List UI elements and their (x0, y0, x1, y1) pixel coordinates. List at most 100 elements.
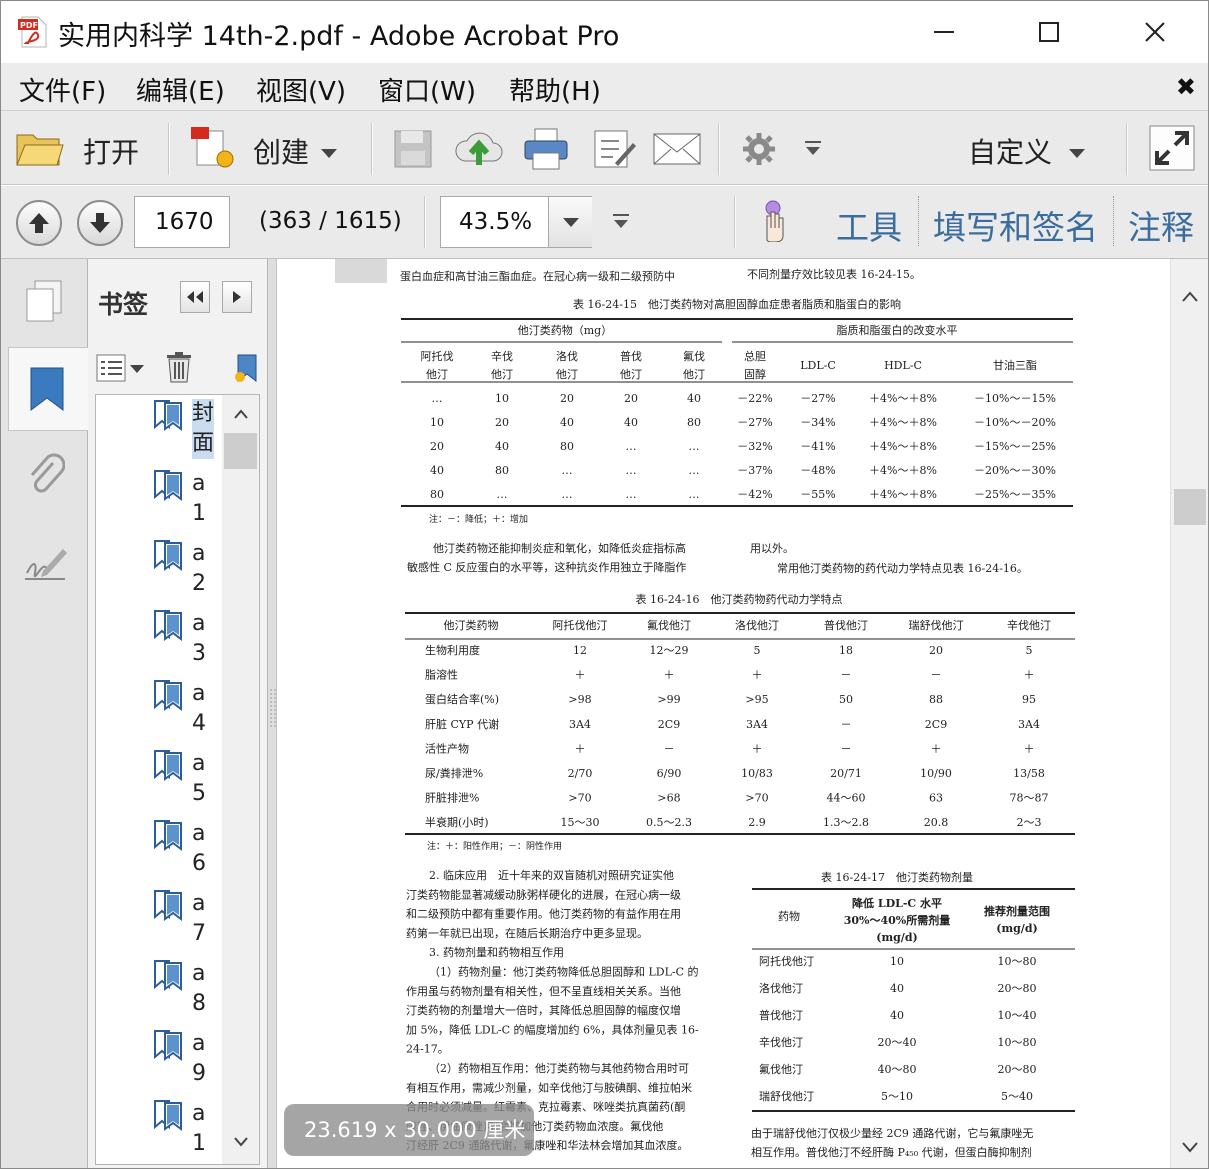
save-icon[interactable] (393, 129, 433, 173)
table-cell: 80 (495, 464, 509, 477)
zoom-input[interactable]: 43.5% (441, 197, 548, 247)
settings-gear-icon[interactable] (741, 131, 777, 171)
table-cell: 20 (929, 644, 943, 657)
more-nav-icon[interactable] (613, 214, 629, 234)
table-cell: ＋ (931, 742, 942, 755)
expand-panel-button[interactable] (222, 281, 252, 313)
zoom-dropdown-button[interactable] (548, 197, 592, 247)
menu-edit[interactable]: 编辑(E) (136, 71, 225, 108)
menu-file[interactable]: 文件(F) (19, 71, 106, 108)
menu-view[interactable]: 视图(V) (256, 71, 346, 108)
menu-window[interactable]: 窗口(W) (378, 71, 476, 108)
bookmarks-scrollbar[interactable] (222, 395, 259, 1164)
table-cell: 10/90 (920, 767, 952, 780)
table-header: 推荐剂量范围 (984, 904, 1050, 918)
signatures-icon[interactable] (23, 543, 69, 587)
close-document-button[interactable]: ✖ (1176, 73, 1196, 101)
cloud-upload-icon[interactable] (453, 127, 505, 173)
scrollbar-thumb[interactable] (1174, 489, 1206, 525)
tools-pane-link[interactable]: 工具 (836, 201, 902, 249)
table-cell: 10 (890, 955, 904, 968)
table-header: HDL-C (884, 359, 922, 372)
table-cell: >99 (657, 693, 680, 706)
email-icon[interactable] (653, 133, 701, 169)
scrollbar-thumb[interactable] (224, 433, 257, 469)
table-header: 药物 (778, 909, 800, 923)
create-button[interactable]: 创建 (253, 131, 309, 171)
window-title: 实用内科学 14th-2.pdf - Adobe Acrobat Pro (58, 21, 620, 52)
table-cell: － (841, 742, 852, 755)
customize-dropdown-icon[interactable] (1069, 143, 1085, 162)
table-cell: 20～80 (998, 1063, 1037, 1076)
delete-bookmark-trash-icon[interactable] (166, 351, 192, 387)
table-cell: － (841, 718, 852, 731)
hand-tool-icon[interactable] (757, 200, 793, 246)
page-text: 由于瑞舒伐他汀仅极少量经 2C9 通路代谢，它与氟康唑无 (751, 1126, 1033, 1140)
customize-button[interactable]: 自定义 (968, 131, 1052, 171)
table-cell: 尿/粪排泄% (425, 766, 483, 780)
new-bookmark-icon[interactable] (234, 353, 260, 387)
comment-pane-link[interactable]: 注释 (1128, 201, 1194, 249)
table-cell: 10～80 (998, 1036, 1037, 1049)
main-toolbar: 打开 创建 自定义 (1, 111, 1208, 185)
table-cell: 50 (839, 693, 853, 706)
zoom-combobox[interactable]: 43.5% (440, 196, 592, 248)
create-pdf-icon[interactable] (189, 125, 237, 175)
scroll-up-icon[interactable] (234, 409, 248, 419)
table-cell: >70 (568, 792, 591, 805)
bookmark-label: a7 (192, 891, 206, 946)
table-cell: >70 (745, 792, 768, 805)
page-number-input[interactable]: 1670 (134, 196, 230, 248)
close-button[interactable] (1130, 9, 1180, 55)
table-cell: ＋ (752, 669, 763, 682)
title-bar: PDF 实用内科学 14th-2.pdf - Adobe Acrobat Pro (1, 1, 1208, 63)
bookmark-icon (154, 540, 182, 571)
scroll-up-icon[interactable] (1182, 291, 1198, 303)
table-cell: 13/58 (1013, 767, 1045, 780)
table-header: LDL-C (800, 359, 836, 372)
table-cell: 40 (495, 440, 509, 453)
page-text: （1）药物剂量：他汀类药物降低总胆固醇和 LDL-C 的 (429, 965, 699, 979)
table-cell: … (689, 488, 700, 501)
print-icon[interactable] (523, 127, 569, 175)
more-tools-icon[interactable] (805, 141, 821, 161)
table-cell: 20 (495, 416, 509, 429)
arrow-down-icon (90, 213, 110, 233)
open-folder-icon[interactable] (15, 129, 65, 171)
table-cell: －42% (737, 488, 772, 501)
table-cell: 蛋白结合率(%) (425, 692, 499, 706)
table-cell: ＋ (664, 669, 675, 682)
table-cell: 20 (624, 392, 638, 405)
page-text: 不同剂量疗效比较见表 16-24-15。 (747, 267, 921, 281)
page-text: 加 5%，降低 LDL-C 的幅度增加约 6%，具体剂量见表 16- (406, 1022, 699, 1036)
create-dropdown-icon[interactable] (321, 143, 337, 162)
edit-text-icon[interactable] (593, 127, 637, 175)
previous-page-button[interactable] (16, 200, 62, 246)
open-button[interactable]: 打开 (83, 131, 139, 171)
minimize-button[interactable] (919, 9, 969, 55)
table-cell: … (497, 488, 508, 501)
page-size-tooltip: 23.619 x 30.000 厘米 (284, 1104, 534, 1156)
page-thumbnails-icon[interactable] (25, 279, 65, 327)
table-header: 普伐 (620, 349, 642, 363)
bookmarks-tab[interactable] (8, 347, 88, 431)
scroll-down-icon[interactable] (1182, 1141, 1198, 1153)
table-cell: 10～40 (998, 1009, 1037, 1022)
bookmark-options-icon[interactable] (96, 353, 146, 387)
maximize-button[interactable] (1024, 9, 1074, 55)
table-cell: 10 (495, 392, 509, 405)
collapse-panel-button[interactable] (180, 281, 210, 313)
scroll-down-icon[interactable] (234, 1137, 248, 1147)
menu-help[interactable]: 帮助(H) (509, 71, 601, 108)
pane-splitter[interactable] (268, 259, 277, 1168)
document-view[interactable]: 蛋白血症和高甘油三酯血症。在冠心病一级和二级预防中 不同剂量疗效比较见表 16-2… (277, 259, 1170, 1168)
next-page-button[interactable] (77, 200, 123, 246)
fill-sign-pane-link[interactable]: 填写和签名 (933, 201, 1098, 249)
table-cell: 20～80 (998, 982, 1037, 995)
fullscreen-icon[interactable] (1149, 125, 1195, 175)
table-cell: 2/70 (568, 767, 593, 780)
table-cell: ＋4%～＋8% (869, 440, 937, 453)
table-cell: －15%～－25% (974, 440, 1056, 453)
attachments-paperclip-icon[interactable] (25, 451, 66, 501)
document-scrollbar[interactable] (1170, 259, 1208, 1168)
